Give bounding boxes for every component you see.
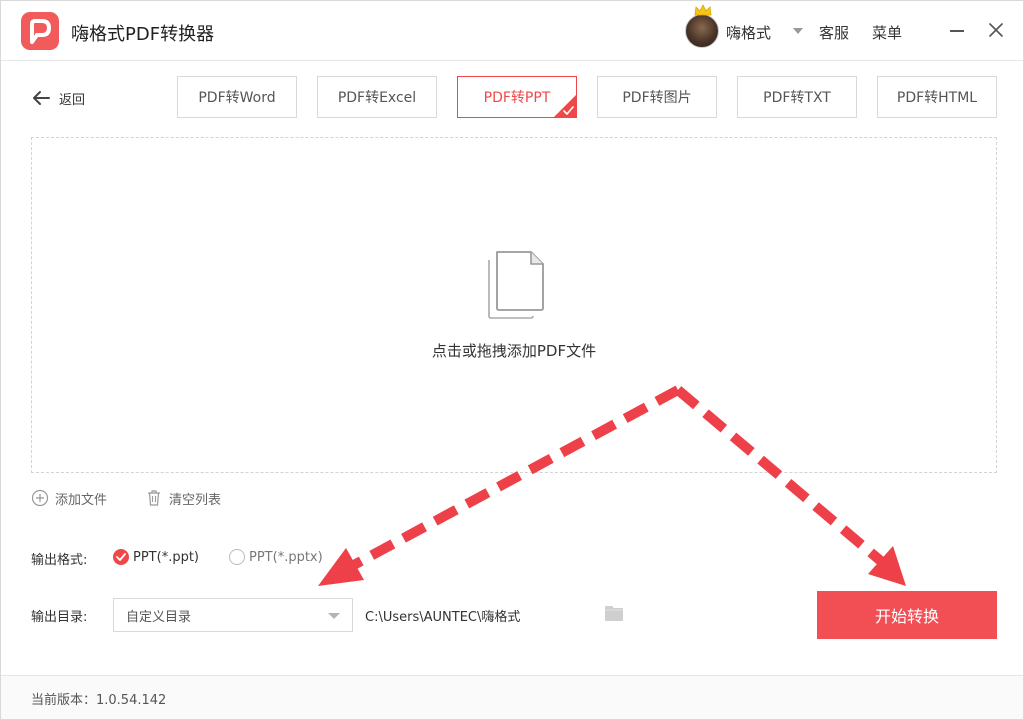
tab-pdf-to-excel[interactable]: PDF转Excel	[317, 76, 437, 118]
tab-pdf-to-word[interactable]: PDF转Word	[177, 76, 297, 118]
app-window: 嗨格式PDF转换器 嗨格式 客服 菜单 返回 PDF转Word PDF转Exce…	[0, 0, 1024, 720]
app-logo-icon	[21, 12, 59, 50]
clear-list-button[interactable]: 清空列表	[145, 488, 221, 508]
radio-pptx-label: PPT(*.pptx)	[249, 549, 323, 565]
radio-checked-icon	[113, 549, 129, 565]
user-dropdown-caret-icon[interactable]	[793, 28, 803, 34]
folder-icon[interactable]	[604, 605, 624, 622]
tab-pdf-to-ppt-label: PDF转PPT	[483, 90, 551, 106]
back-button[interactable]: 返回	[31, 87, 85, 109]
title-bar: 嗨格式PDF转换器 嗨格式 客服 菜单	[1, 1, 1023, 61]
tab-pdf-to-image[interactable]: PDF转图片	[597, 76, 717, 118]
clear-list-label: 清空列表	[169, 492, 222, 508]
tab-pdf-to-html[interactable]: PDF转HTML	[877, 76, 997, 118]
username[interactable]: 嗨格式	[726, 22, 771, 43]
file-drop-zone[interactable]: 点击或拖拽添加PDF文件	[31, 137, 997, 473]
back-label: 返回	[59, 92, 86, 108]
selected-check-icon	[553, 94, 577, 118]
app-title: 嗨格式PDF转换器	[71, 24, 215, 45]
add-file-button[interactable]: 添加文件	[31, 488, 107, 508]
minimize-icon[interactable]	[950, 30, 964, 32]
output-dir-label: 输出目录:	[31, 610, 88, 625]
radio-unchecked-icon	[229, 549, 245, 565]
version-text: 当前版本：1.0.54.142	[31, 693, 167, 708]
arrow-left-icon	[33, 91, 50, 105]
user-avatar[interactable]	[685, 14, 719, 48]
radio-pptx[interactable]: PPT(*.pptx)	[229, 548, 323, 566]
chevron-down-icon	[328, 613, 340, 619]
output-dir-select-value: 自定义目录	[126, 609, 192, 625]
status-footer: 当前版本：1.0.54.142	[1, 675, 1023, 719]
close-icon[interactable]	[987, 21, 1005, 39]
tab-pdf-to-ppt[interactable]: PDF转PPT	[457, 76, 577, 118]
add-circle-icon	[31, 489, 49, 507]
document-icon	[488, 251, 544, 319]
add-file-label: 添加文件	[55, 492, 108, 508]
start-convert-button[interactable]: 开始转换	[817, 591, 997, 639]
menu-link[interactable]: 菜单	[872, 22, 902, 43]
tab-pdf-to-txt[interactable]: PDF转TXT	[737, 76, 857, 118]
trash-icon	[148, 490, 160, 506]
output-dir-select[interactable]: 自定义目录	[113, 598, 353, 632]
radio-ppt[interactable]: PPT(*.ppt)	[113, 548, 199, 566]
crown-icon	[694, 4, 712, 16]
radio-ppt-label: PPT(*.ppt)	[133, 549, 199, 565]
customer-service-link[interactable]: 客服	[819, 22, 849, 43]
output-path: C:\Users\AUNTEC\嗨格式	[365, 610, 521, 625]
output-format-label: 输出格式:	[31, 553, 88, 568]
drop-zone-text: 点击或拖拽添加PDF文件	[431, 342, 597, 360]
